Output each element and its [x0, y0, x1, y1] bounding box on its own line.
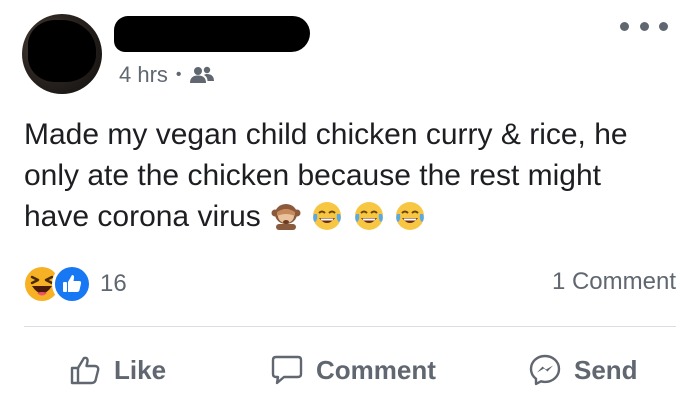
joy-icon	[353, 200, 385, 232]
comment-label: Comment	[316, 354, 436, 385]
like-reaction-icon	[52, 264, 92, 304]
post-meta: 4 hrs •	[119, 60, 214, 90]
messenger-icon	[529, 354, 561, 386]
friends-icon[interactable]	[189, 65, 214, 85]
meta-separator: •	[175, 66, 182, 83]
post-text: Made my vegan child chicken curry & rice…	[24, 114, 664, 237]
avatar[interactable]	[22, 14, 102, 94]
like-button[interactable]: Like	[68, 350, 166, 390]
comment-button[interactable]: Comment	[270, 350, 436, 390]
thumbs-up-icon	[70, 356, 100, 385]
comment-bubble-icon	[271, 355, 303, 385]
divider	[24, 326, 676, 327]
joy-icon	[311, 200, 343, 232]
see-no-evil-monkey-icon	[270, 200, 302, 232]
send-label: Send	[574, 354, 638, 385]
send-button[interactable]: Send	[528, 350, 638, 390]
comment-count-link[interactable]: 1 Comment	[552, 268, 676, 296]
post-timestamp[interactable]: 4 hrs	[119, 62, 168, 88]
avatar-redaction	[28, 20, 96, 82]
author-name-redaction	[114, 16, 310, 52]
reactions-summary[interactable]: 16	[22, 264, 127, 304]
reaction-count: 16	[100, 270, 127, 297]
more-options-icon[interactable]	[620, 18, 668, 34]
post-card: 4 hrs • Made my vegan child chicken curr…	[0, 0, 700, 409]
like-label: Like	[114, 354, 167, 385]
joy-icon	[394, 200, 426, 232]
